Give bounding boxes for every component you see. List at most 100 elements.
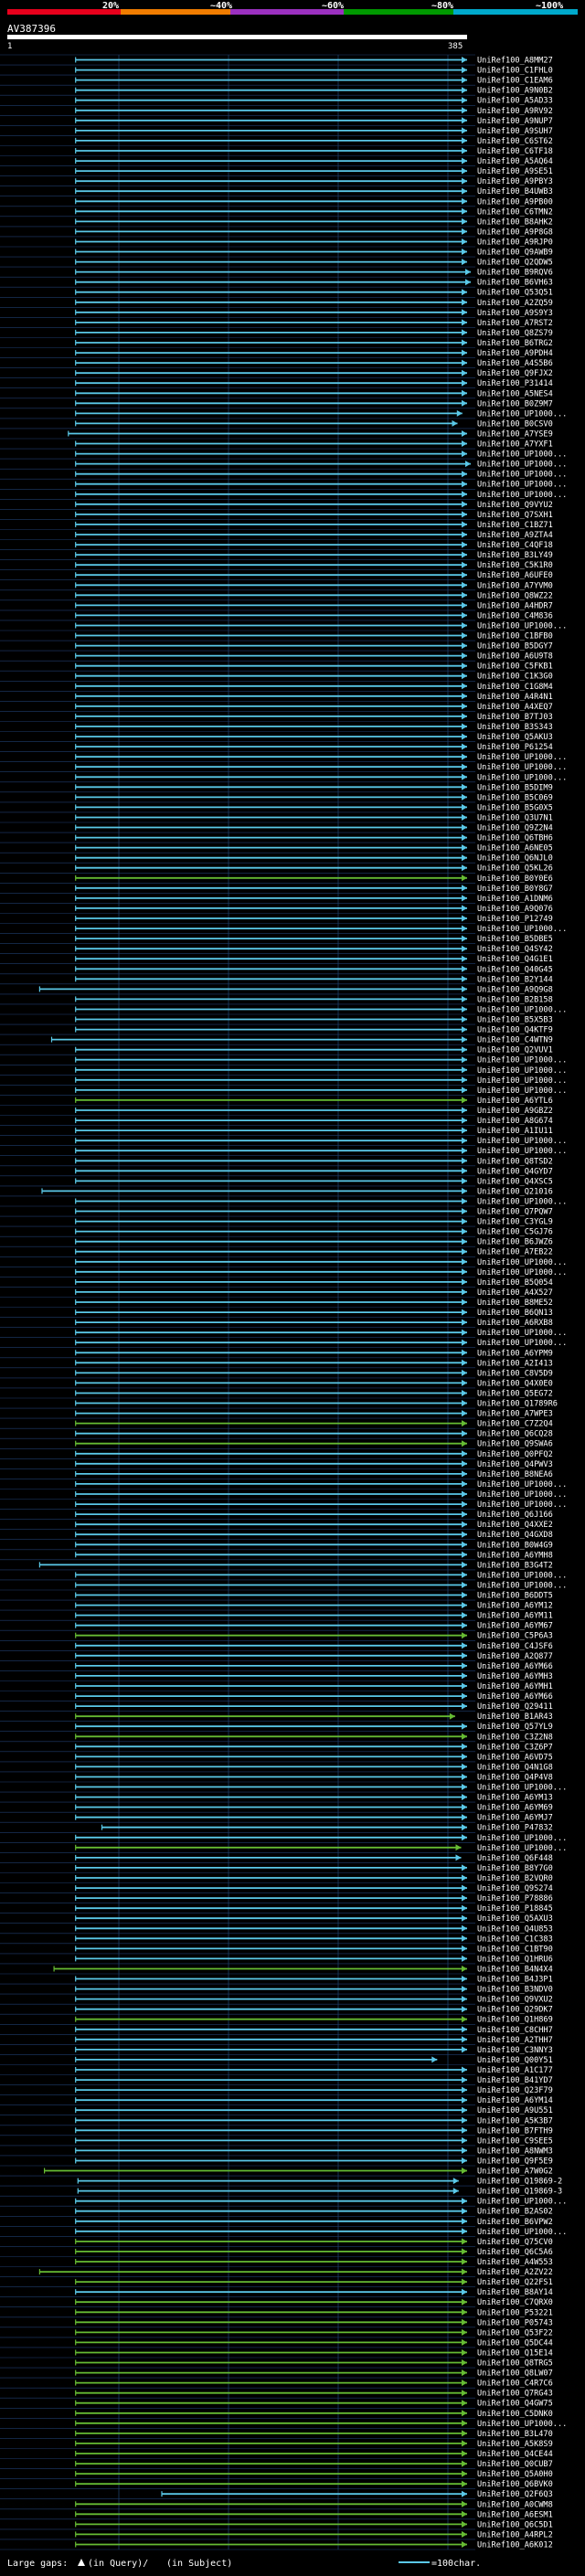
hit-label[interactable]: UniRef100_A2THH7 xyxy=(477,2036,553,2045)
hit-label[interactable]: UniRef100_P31414 xyxy=(477,379,553,388)
hit-label[interactable]: UniRef100_Q19869-2 xyxy=(477,2178,562,2187)
hit-label[interactable]: UniRef100_A7EB22 xyxy=(477,1248,553,1257)
hit-label[interactable]: UniRef100_Q4X0E0 xyxy=(477,1379,553,1388)
hit-label[interactable]: UniRef100_A6RXB8 xyxy=(477,1319,553,1328)
hit-label[interactable]: UniRef100_B8NEA6 xyxy=(477,1470,553,1479)
hit-label[interactable]: UniRef100_P47832 xyxy=(477,1824,553,1833)
hit-label[interactable]: UniRef100_B3L470 xyxy=(477,2430,553,2439)
hit-label[interactable]: UniRef100_A9N0B2 xyxy=(477,87,553,96)
hit-label[interactable]: UniRef100_A7W0G2 xyxy=(477,2168,553,2177)
hit-label[interactable]: UniRef100_A8NWM3 xyxy=(477,2147,553,2156)
hit-label[interactable]: UniRef100_B3G4T2 xyxy=(477,1561,553,1570)
hit-label[interactable]: UniRef100_B6VPW2 xyxy=(477,2218,553,2227)
hit-label[interactable]: UniRef100_C5FKB1 xyxy=(477,663,553,672)
hit-label[interactable]: UniRef100_Q8TSD2 xyxy=(477,1157,553,1166)
hit-label[interactable]: UniRef100_A8G674 xyxy=(477,1117,553,1126)
hit-label[interactable]: UniRef100_C5DNK0 xyxy=(477,2410,553,2419)
hit-label[interactable]: UniRef100_Q9VXU2 xyxy=(477,1996,553,2005)
hit-label[interactable]: UniRef100_Q6BVK0 xyxy=(477,2480,553,2489)
hit-label[interactable]: UniRef100_B0CSV0 xyxy=(477,419,553,429)
hit-label[interactable]: UniRef100_Q3U7N1 xyxy=(477,814,553,823)
hit-label[interactable]: UniRef100_A5AQ64 xyxy=(477,157,553,166)
hit-label[interactable]: UniRef100_C3YGL9 xyxy=(477,1218,553,1227)
hit-label[interactable]: UniRef100_P05743 xyxy=(477,2318,553,2327)
hit-label[interactable]: UniRef100_C1C383 xyxy=(477,1935,553,1944)
hit-label[interactable]: UniRef100_Q7PQW7 xyxy=(477,1208,553,1217)
hit-label[interactable]: UniRef100_A6U9T8 xyxy=(477,652,553,662)
hit-label[interactable]: UniRef100_Q6CQ28 xyxy=(477,1430,553,1439)
hit-label[interactable]: UniRef100_B41YD7 xyxy=(477,2076,553,2085)
hit-label[interactable]: UniRef100_C6TF18 xyxy=(477,147,553,156)
hit-label[interactable]: UniRef100_A2ZQ59 xyxy=(477,299,553,308)
hit-label[interactable]: UniRef100_UP1000... xyxy=(477,1198,567,1207)
hit-label[interactable]: UniRef100_A5K8S9 xyxy=(477,2440,553,2449)
hit-label[interactable]: UniRef100_Q22FS1 xyxy=(477,2278,553,2287)
hit-label[interactable]: UniRef100_Q8WZ22 xyxy=(477,591,553,600)
hit-label[interactable]: UniRef100_A6YM13 xyxy=(477,1794,553,1803)
hit-label[interactable]: UniRef100_C1K3G0 xyxy=(477,673,553,682)
hit-label[interactable]: UniRef100_UP1000... xyxy=(477,1268,567,1277)
hit-label[interactable]: UniRef100_UP1000... xyxy=(477,763,567,772)
hit-label[interactable]: UniRef100_Q19869-3 xyxy=(477,2188,562,2197)
hit-label[interactable]: UniRef100_A7WPE3 xyxy=(477,1410,553,1419)
hit-label[interactable]: UniRef100_A9RV92 xyxy=(477,107,553,116)
hit-label[interactable]: UniRef100_A6NE05 xyxy=(477,844,553,853)
hit-label[interactable]: UniRef100_A9GBZ2 xyxy=(477,1107,553,1116)
hit-label[interactable]: UniRef100_Q5DC44 xyxy=(477,2338,553,2348)
hit-label[interactable]: UniRef100_Q8LW07 xyxy=(477,2369,553,2379)
hit-label[interactable]: UniRef100_Q2F6Q3 xyxy=(477,2490,553,2499)
hit-label[interactable]: UniRef100_A6YMJ7 xyxy=(477,1814,553,1823)
hit-label[interactable]: UniRef100_A2ZV22 xyxy=(477,2268,553,2277)
hit-label[interactable]: UniRef100_B5Q054 xyxy=(477,1278,553,1288)
hit-label[interactable]: UniRef100_UP1000... xyxy=(477,2228,567,2237)
hit-label[interactable]: UniRef100_A9PBY3 xyxy=(477,177,553,186)
hit-label[interactable]: UniRef100_Q5KL26 xyxy=(477,864,553,874)
hit-label[interactable]: UniRef100_A8MM27 xyxy=(477,57,553,66)
hit-label[interactable]: UniRef100_P78886 xyxy=(477,1894,553,1903)
hit-label[interactable]: UniRef100_B0Y0E6 xyxy=(477,875,553,884)
hit-label[interactable]: UniRef100_B5DGY7 xyxy=(477,642,553,652)
hit-label[interactable]: UniRef100_Q4N1G8 xyxy=(477,1763,553,1772)
hit-label[interactable]: UniRef100_Q5AKU3 xyxy=(477,733,553,742)
hit-label[interactable]: UniRef100_B5X5B3 xyxy=(477,1016,553,1025)
hit-label[interactable]: UniRef100_UP1000... xyxy=(477,753,567,762)
hit-label[interactable]: UniRef100_B8Y7G0 xyxy=(477,1864,553,1873)
hit-label[interactable]: UniRef100_Q4CE44 xyxy=(477,2450,553,2459)
hit-label[interactable]: UniRef100_C9SEE5 xyxy=(477,2136,553,2146)
hit-label[interactable]: UniRef100_A9Q9G8 xyxy=(477,985,553,994)
hit-label[interactable]: UniRef100_Q1H869 xyxy=(477,2016,553,2025)
hit-label[interactable]: UniRef100_B8AHK2 xyxy=(477,217,553,227)
hit-label[interactable]: UniRef100_B6DDT5 xyxy=(477,1592,553,1601)
hit-label[interactable]: UniRef100_B2AS02 xyxy=(477,2208,553,2217)
hit-label[interactable]: UniRef100_Q29DK7 xyxy=(477,2006,553,2015)
hit-label[interactable]: UniRef100_A9ZTA4 xyxy=(477,531,553,540)
hit-label[interactable]: UniRef100_A6YM66 xyxy=(477,1692,553,1701)
hit-label[interactable]: UniRef100_UP1000... xyxy=(477,461,567,470)
hit-label[interactable]: UniRef100_Q15E14 xyxy=(477,2349,553,2359)
hit-label[interactable]: UniRef100_C6TMN2 xyxy=(477,207,553,217)
hit-label[interactable]: UniRef100_A9PB00 xyxy=(477,197,553,207)
hit-label[interactable]: UniRef100_Q6J166 xyxy=(477,1511,553,1520)
hit-label[interactable]: UniRef100_P18845 xyxy=(477,1904,553,1913)
hit-label[interactable]: UniRef100_C1BT90 xyxy=(477,1945,553,1954)
hit-label[interactable]: UniRef100_C5P6A3 xyxy=(477,1632,553,1641)
hit-label[interactable]: UniRef100_C1BFB0 xyxy=(477,632,553,641)
hit-label[interactable]: UniRef100_B0W4G9 xyxy=(477,1541,553,1550)
hit-label[interactable]: UniRef100_A6YMH1 xyxy=(477,1682,553,1691)
hit-label[interactable]: UniRef100_A4W553 xyxy=(477,2258,553,2267)
hit-label[interactable]: UniRef100_A6YM66 xyxy=(477,1662,553,1671)
hit-label[interactable]: UniRef100_Q6NJL0 xyxy=(477,854,553,864)
hit-label[interactable]: UniRef100_C4R7C6 xyxy=(477,2380,553,2389)
hit-label[interactable]: UniRef100_UP1000... xyxy=(477,491,567,500)
hit-label[interactable]: UniRef100_Q4XXE2 xyxy=(477,1521,553,1530)
hit-label[interactable]: UniRef100_UP1000... xyxy=(477,1844,567,1853)
hit-label[interactable]: UniRef100_Q4GW75 xyxy=(477,2400,553,2409)
hit-label[interactable]: UniRef100_B7FTH9 xyxy=(477,2126,553,2136)
hit-label[interactable]: UniRef100_Q29411 xyxy=(477,1702,553,1712)
hit-label[interactable]: UniRef100_Q9Z2N4 xyxy=(477,824,553,833)
hit-label[interactable]: UniRef100_A6UFE0 xyxy=(477,571,553,580)
hit-label[interactable]: UniRef100_Q5A0H0 xyxy=(477,2470,553,2479)
hit-label[interactable]: UniRef100_Q00Y51 xyxy=(477,2056,553,2065)
hit-label[interactable]: UniRef100_C7QRX0 xyxy=(477,2298,553,2307)
hit-label[interactable]: UniRef100_A9Q076 xyxy=(477,905,553,914)
